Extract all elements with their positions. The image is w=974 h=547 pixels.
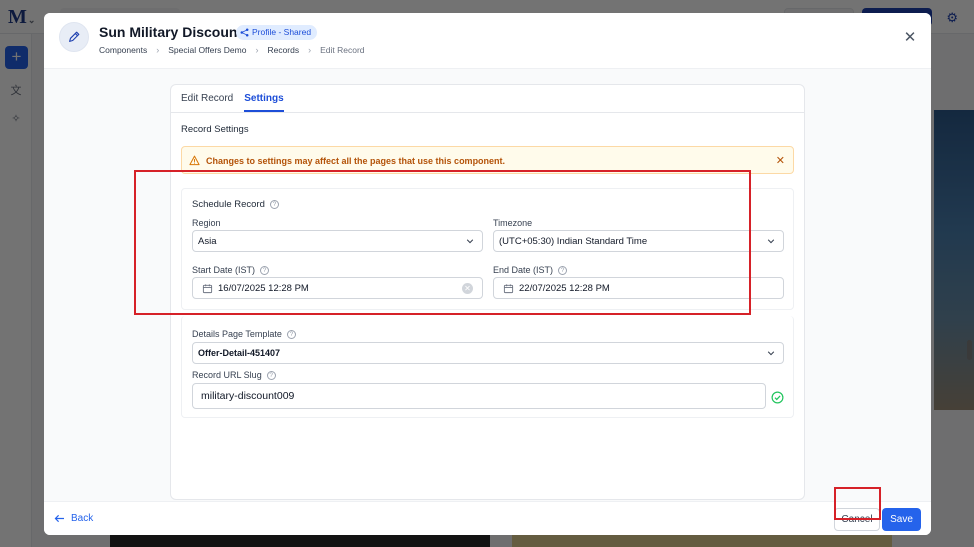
highlight-box: [134, 170, 751, 315]
check-circle-icon: [771, 391, 784, 404]
save-button[interactable]: Save: [882, 508, 921, 531]
shared-badge: Profile - Shared: [236, 25, 318, 40]
divider: [171, 112, 804, 113]
slug-label: Record URL Slug ?: [192, 370, 276, 380]
chevron-right-icon: ›: [255, 45, 259, 55]
template-select[interactable]: Offer-Detail-451407: [192, 342, 784, 364]
slug-label-text: Record URL Slug: [192, 370, 262, 380]
tab-settings[interactable]: Settings: [244, 93, 284, 112]
breadcrumb-special-offers[interactable]: Special Offers Demo: [168, 45, 246, 55]
alert-message: Changes to settings may affect all the p…: [206, 156, 506, 166]
help-icon[interactable]: ?: [286, 329, 296, 339]
modal-header: Sun Military Discount Profile - Shared C…: [44, 13, 931, 69]
tab-edit-record[interactable]: Edit Record: [181, 93, 233, 112]
modal-footer: Back Cancel Save: [44, 501, 931, 535]
chevron-right-icon: ›: [308, 45, 312, 55]
chevron-right-icon: ›: [156, 45, 160, 55]
breadcrumb-components[interactable]: Components: [99, 45, 147, 55]
template-value: Offer-Detail-451407: [198, 348, 281, 358]
back-button[interactable]: Back: [54, 513, 93, 524]
section-title: Record Settings: [181, 124, 249, 135]
page-scrollbar[interactable]: [967, 340, 972, 360]
breadcrumb-records[interactable]: Records: [267, 45, 299, 55]
back-label: Back: [71, 513, 94, 524]
arrow-left-icon: [54, 514, 64, 523]
warning-icon: [189, 155, 200, 166]
tab-bar: Edit Record Settings: [181, 93, 284, 112]
breadcrumb-edit-record: Edit Record: [320, 45, 365, 55]
template-label: Details Page Template ?: [192, 329, 296, 339]
chevron-down-icon: [767, 239, 775, 244]
details-section: Details Page Template ? Offer-Detail-451…: [181, 316, 794, 418]
highlight-box: [834, 487, 881, 520]
chevron-down-icon: [767, 351, 775, 356]
close-icon[interactable]: ✕: [776, 154, 785, 167]
badge-label: Profile - Shared: [252, 27, 312, 37]
page-title: Sun Military Discount: [99, 24, 243, 40]
close-icon[interactable]: ✕: [903, 30, 917, 45]
slug-value: military-discount009: [201, 390, 295, 402]
help-icon[interactable]: ?: [266, 370, 276, 380]
pencil-icon: [59, 22, 89, 52]
share-icon: [240, 28, 249, 37]
template-label-text: Details Page Template: [192, 329, 282, 339]
breadcrumb: Components › Special Offers Demo › Recor…: [99, 45, 365, 55]
url-slug-input[interactable]: military-discount009: [192, 383, 766, 409]
